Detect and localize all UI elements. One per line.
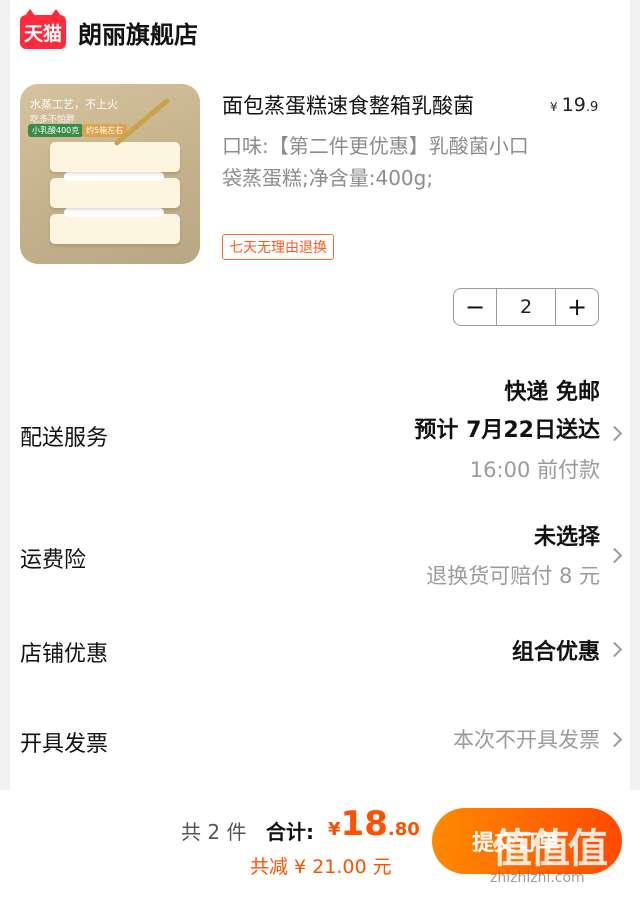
cake-layer (50, 178, 180, 208)
product-title[interactable]: 面包蒸蛋糕速食整箱乳酸菌 (222, 90, 532, 120)
watermark-url: zhizhizhi.com (490, 870, 585, 886)
total-symbol: ¥ (328, 819, 341, 840)
price-decimal: .9 (585, 100, 599, 115)
invoice-value[interactable]: 本次不开具发票 (453, 724, 600, 754)
freight-insurance-label: 运费险 (20, 548, 87, 573)
product-image[interactable]: 水蒸工艺，不上火 吃多不怕胖 小乳酸400克 约5箱左右 (20, 84, 200, 264)
total-decimal: .80 (387, 819, 420, 840)
product-price: ¥19.9 (550, 94, 598, 116)
store-discount-label: 店铺优惠 (20, 642, 109, 667)
delivery-label: 配送服务 (20, 426, 109, 451)
price-integer: 19 (561, 94, 586, 116)
tmall-badge-text: 天猫 (23, 22, 62, 45)
total-label: 合计: (266, 820, 314, 844)
delivery-deadline: 16:00 前付款 (469, 458, 600, 482)
delivery-estimate: 预计 7月22日送达 (414, 418, 600, 443)
return-policy-tag: 七天无理由退换 (222, 234, 334, 260)
cake-cream (64, 172, 164, 181)
delivery-method: 快递 免邮 (504, 380, 600, 405)
watermark: 值值值 (492, 826, 608, 872)
fork-icon (113, 97, 171, 147)
cake-cream (64, 208, 164, 217)
cake-layer (50, 214, 180, 244)
freight-insurance-info[interactable]: 未选择 退换货可赔付 8 元 (426, 520, 600, 596)
discount-total[interactable]: 共减 ¥ 21.00 元 (250, 852, 392, 879)
total-price: ¥18.80 (328, 804, 420, 844)
decrease-quantity-button[interactable]: − (454, 289, 496, 325)
freight-insurance-desc: 退换货可赔付 8 元 (426, 564, 600, 588)
store-header[interactable]: 天猫 朗丽旗舰店 (20, 9, 198, 52)
increase-quantity-button[interactable]: + (556, 289, 598, 325)
store-discount-value[interactable]: 组合优惠 (512, 634, 600, 666)
total-integer: 18 (340, 804, 388, 844)
product-image-text-1: 水蒸工艺，不上火 (30, 98, 118, 111)
product-spec[interactable]: 口味:【第二件更优惠】乳酸菌小口袋蒸蛋糕;净含量:400g; (222, 130, 542, 194)
invoice-label: 开具发票 (20, 732, 109, 757)
product-image-text-3: 小乳酸400克 (28, 124, 84, 137)
item-count: 共 2 件 (181, 820, 247, 844)
tmall-logo-icon: 天猫 (20, 9, 66, 49)
quantity-value[interactable]: 2 (496, 289, 556, 325)
freight-insurance-status: 未选择 (533, 525, 600, 550)
price-symbol: ¥ (550, 100, 558, 114)
quantity-stepper[interactable]: − 2 + (453, 288, 599, 326)
cake-layer (50, 142, 180, 172)
store-name[interactable]: 朗丽旗舰店 (78, 15, 198, 50)
delivery-info[interactable]: 快递 免邮 预计 7月22日送达 16:00 前付款 (414, 376, 600, 488)
